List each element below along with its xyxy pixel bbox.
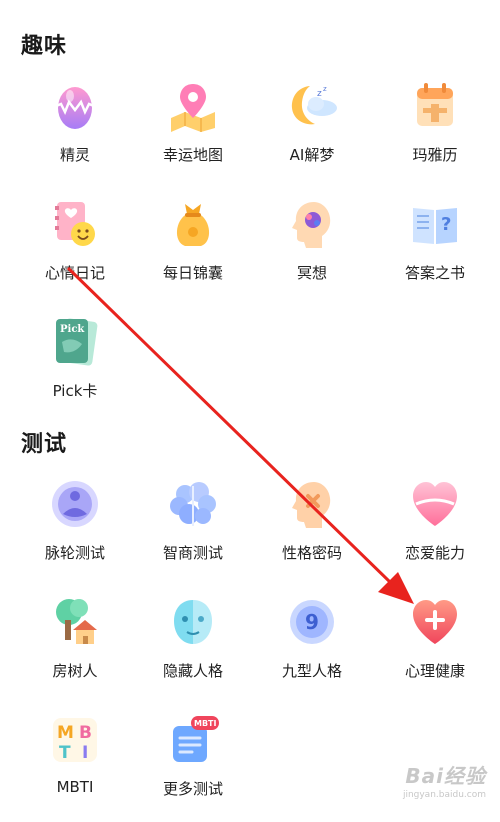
grid-item-enneagram[interactable]: 9 九型人格 bbox=[250, 594, 374, 704]
grid-item-mbti[interactable]: M B T I MBTI bbox=[13, 712, 137, 822]
mental-health-heart-icon bbox=[407, 594, 463, 650]
watermark-sub: jingyan.baidu.com bbox=[402, 790, 486, 800]
grid-item-label: AI解梦 bbox=[289, 146, 335, 164]
grid-item-house-tree-person[interactable]: 房树人 bbox=[13, 594, 137, 704]
grid-item-label: 玛雅历 bbox=[412, 146, 458, 164]
mbti-letter-m: M bbox=[57, 723, 74, 743]
pick-card-icon: Pick bbox=[47, 314, 103, 370]
mbti-letter-i: I bbox=[82, 743, 88, 763]
grid-item-love-ability[interactable]: 恋爱能力 bbox=[373, 476, 497, 586]
grid-item-label: 智商测试 bbox=[162, 544, 223, 562]
grid-item-label: 幸运地图 bbox=[162, 146, 223, 164]
section-title-test: 测试 bbox=[21, 432, 68, 457]
watermark: Bai经验 jingyan.baidu.com bbox=[403, 760, 486, 800]
grid-item-label: 更多测试 bbox=[162, 780, 223, 798]
mood-diary-icon bbox=[47, 196, 103, 252]
love-heart-icon bbox=[407, 476, 463, 532]
enneagram-digit: 9 bbox=[305, 610, 319, 634]
mbti-letter-b: B bbox=[79, 723, 92, 743]
chakra-test-icon bbox=[47, 476, 103, 532]
grid-item-label: 性格密码 bbox=[281, 544, 342, 562]
svg-text:z: z bbox=[317, 89, 322, 99]
more-tests-icon: MBTI bbox=[165, 712, 221, 768]
grid-item-daily-pouch[interactable]: 每日锦囊 bbox=[131, 196, 255, 306]
grid-item-label: 恋爱能力 bbox=[404, 544, 465, 562]
grid-item-ai-dream[interactable]: z z AI解梦 bbox=[250, 78, 374, 188]
brain-iq-icon bbox=[165, 476, 221, 532]
grid-item-label: 心理健康 bbox=[404, 662, 465, 680]
meditation-head-icon bbox=[284, 196, 340, 252]
mbti-letter-t: T bbox=[59, 743, 71, 763]
grid-item-mood-diary[interactable]: 心情日记 bbox=[13, 196, 137, 306]
grid-item-label: 每日锦囊 bbox=[162, 264, 223, 282]
house-tree-person-icon bbox=[47, 594, 103, 650]
grid-item-mental-health[interactable]: 心理健康 bbox=[373, 594, 497, 704]
grid-item-lucky-map[interactable]: 幸运地图 bbox=[131, 78, 255, 188]
svg-text:z: z bbox=[323, 85, 327, 93]
grid-item-meditation[interactable]: 冥想 bbox=[250, 196, 374, 306]
grid-item-answer-book[interactable]: ? 答案之书 bbox=[373, 196, 497, 306]
ai-dream-moon-icon: z z bbox=[284, 78, 340, 134]
svg-text:?: ? bbox=[441, 214, 451, 235]
grid-item-label: 答案之书 bbox=[404, 264, 465, 282]
maya-calendar-icon bbox=[407, 78, 463, 134]
grid-item-iq-test[interactable]: 智商测试 bbox=[131, 476, 255, 586]
enneagram-icon: 9 bbox=[284, 594, 340, 650]
grid-item-elf[interactable]: 精灵 bbox=[13, 78, 137, 188]
grid-item-label: 心情日记 bbox=[44, 264, 105, 282]
watermark-main: Bai经验 bbox=[405, 764, 486, 788]
grid-item-label: 脉轮测试 bbox=[44, 544, 105, 562]
daily-pouch-icon bbox=[165, 196, 221, 252]
grid-item-label: 房树人 bbox=[52, 662, 98, 680]
more-tests-badge: MBTI bbox=[194, 719, 217, 728]
grid-item-label: Pick卡 bbox=[52, 382, 98, 400]
grid-item-label: MBTI bbox=[56, 778, 94, 796]
grid-item-label: 精灵 bbox=[59, 146, 90, 164]
grid-item-label: 隐藏人格 bbox=[162, 662, 223, 680]
section-title-fun: 趣味 bbox=[21, 34, 68, 59]
grid-item-chakra-test[interactable]: 脉轮测试 bbox=[13, 476, 137, 586]
grid-item-hidden-personality[interactable]: 隐藏人格 bbox=[131, 594, 255, 704]
grid-item-label: 冥想 bbox=[296, 264, 327, 282]
mbti-icon: M B T I bbox=[47, 712, 103, 768]
elf-egg-icon bbox=[47, 78, 103, 134]
pick-card-text: Pick bbox=[60, 324, 85, 335]
grid-item-more-tests[interactable]: MBTI 更多测试 bbox=[131, 712, 255, 822]
answer-book-icon: ? bbox=[407, 196, 463, 252]
personality-code-icon bbox=[284, 476, 340, 532]
grid-item-maya-calendar[interactable]: 玛雅历 bbox=[373, 78, 497, 188]
grid-item-pick-card[interactable]: Pick Pick卡 bbox=[13, 314, 137, 424]
lucky-map-icon bbox=[165, 78, 221, 134]
hidden-personality-icon bbox=[165, 594, 221, 650]
grid-item-label: 九型人格 bbox=[281, 662, 342, 680]
grid-item-personality-code[interactable]: 性格密码 bbox=[250, 476, 374, 586]
